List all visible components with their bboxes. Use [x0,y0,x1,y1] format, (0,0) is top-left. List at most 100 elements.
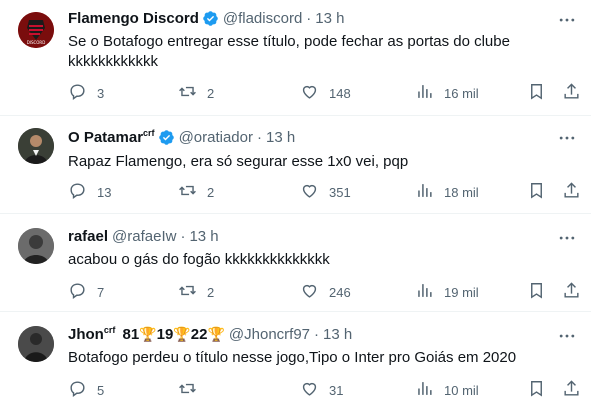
reply-button[interactable]: 7 [68,282,104,302]
tweet-text-line: Botafogo perdeu o título nesse jogo,Tipo… [68,349,517,366]
timestamp[interactable]: 13 h [315,10,344,27]
share-button[interactable] [562,282,581,302]
handle[interactable]: @oratiador [179,129,253,146]
name-number: 81 [122,326,140,343]
share-button[interactable] [562,182,581,202]
reply-tweet[interactable]: rafael @rafaeIw · 13 h acabou o gás do f… [0,214,591,312]
retweet-button[interactable] [178,380,207,400]
tweet-text: Botafogo perdeu o título nesse jogo,Tipo… [68,348,568,368]
tweet-header: O Patamarcrf @oratiador · 13 h [68,127,295,147]
views-button[interactable]: 10 mil [415,380,479,400]
reply-button[interactable]: 13 [68,182,111,202]
avatar[interactable]: DISCORD [18,12,54,48]
like-icon [300,181,319,203]
reply-button[interactable]: 3 [68,83,104,103]
like-button[interactable]: 31 [300,380,343,400]
name-number: 19 [156,326,174,343]
trophy-icon: 🏆 [207,326,225,342]
tweet-actions: 13 2 351 18 mil [68,182,583,202]
like-button[interactable]: 351 [300,182,351,202]
timestamp[interactable]: 13 h [323,326,352,343]
views-button[interactable]: 19 mil [415,282,479,302]
like-count: 148 [329,85,351,101]
separator-dot: · [306,9,312,27]
verified-icon [202,10,219,27]
retweet-icon [178,181,197,203]
tweet-text-line: Rapaz Flamengo, era só segurar esse 1x0 … [68,153,409,170]
tweet-header: rafael @rafaeIw · 13 h [68,226,219,246]
retweet-icon [178,281,197,303]
tweet-text-line: Se o Botafogo entregar esse título, pode… [68,33,510,50]
retweet-count: 2 [207,184,215,200]
more-icon[interactable] [557,228,577,248]
bookmark-button[interactable] [527,83,546,103]
reply-button[interactable]: 5 [68,380,104,400]
retweet-count: 2 [207,85,215,101]
views-button[interactable]: 18 mil [415,182,479,202]
views-count: 10 mil [444,382,479,398]
share-button[interactable] [562,380,581,400]
reply-tweet[interactable]: DISCORD Flamengo Discord @fladiscord · 1… [0,0,591,116]
tweet-text: Se o Botafogo entregar esse título, pode… [68,32,568,72]
tweet-text: Rapaz Flamengo, era só segurar esse 1x0 … [68,152,568,172]
tweet-actions: 7 2 246 19 mil [68,282,583,302]
svg-text:DISCORD: DISCORD [27,40,46,45]
more-icon[interactable] [557,10,577,30]
display-name[interactable]: Jhoncrf 81🏆19🏆22🏆 [68,325,225,343]
avatar[interactable] [18,326,54,362]
like-button[interactable]: 246 [300,282,351,302]
handle[interactable]: @Jhoncrf97 [229,326,310,343]
display-name[interactable]: O Patamarcrf [68,128,155,146]
name-superscript: crf [143,128,155,138]
like-icon [300,379,319,401]
tweet-actions: 3 2 148 16 mil [68,83,583,103]
separator-dot: · [314,325,320,343]
bookmark-button[interactable] [527,380,546,400]
reply-icon [68,82,87,104]
retweet-button[interactable]: 2 [178,83,214,103]
display-name[interactable]: rafael [68,228,108,245]
trophy-icon: 🏆 [173,326,191,342]
trophy-icon: 🏆 [139,326,157,342]
views-count: 19 mil [444,284,479,300]
share-icon [562,181,581,203]
views-button[interactable]: 16 mil [415,83,479,103]
like-button[interactable]: 148 [300,83,351,103]
share-button[interactable] [562,83,581,103]
avatar[interactable] [18,228,54,264]
bookmark-icon [527,379,546,401]
timestamp[interactable]: 13 h [266,129,295,146]
separator-dot: · [180,227,186,245]
like-count: 351 [329,184,351,200]
bookmark-icon [527,281,546,303]
views-icon [415,82,434,104]
handle[interactable]: @rafaeIw [112,228,176,245]
tweet-text-line: kkkkkkkkkkkk [68,53,158,70]
reply-count: 7 [97,284,105,300]
more-icon[interactable] [557,128,577,148]
like-count: 246 [329,284,351,300]
bookmark-button[interactable] [527,182,546,202]
views-icon [415,379,434,401]
views-icon [415,281,434,303]
avatar[interactable] [18,128,54,164]
reply-tweet[interactable]: O Patamarcrf @oratiador · 13 h Rapaz Fla… [0,116,591,214]
retweet-button[interactable]: 2 [178,182,214,202]
retweet-button[interactable]: 2 [178,282,214,302]
verified-icon [158,129,175,146]
reply-count: 5 [97,382,105,398]
reply-count: 3 [97,85,105,101]
views-count: 16 mil [444,85,479,101]
display-name[interactable]: Flamengo Discord [68,10,199,27]
tweet-actions: 5 31 10 mil [68,380,583,400]
more-icon[interactable] [557,326,577,346]
handle[interactable]: @fladiscord [223,10,302,27]
like-icon [300,281,319,303]
reply-icon [68,281,87,303]
reply-tweet[interactable]: Jhoncrf 81🏆19🏆22🏆 @Jhoncrf97 · 13 h Bota… [0,312,591,416]
retweet-icon [178,379,197,401]
reply-feed: DISCORD Flamengo Discord @fladiscord · 1… [0,0,591,416]
views-icon [415,181,434,203]
timestamp[interactable]: 13 h [189,228,218,245]
bookmark-button[interactable] [527,282,546,302]
